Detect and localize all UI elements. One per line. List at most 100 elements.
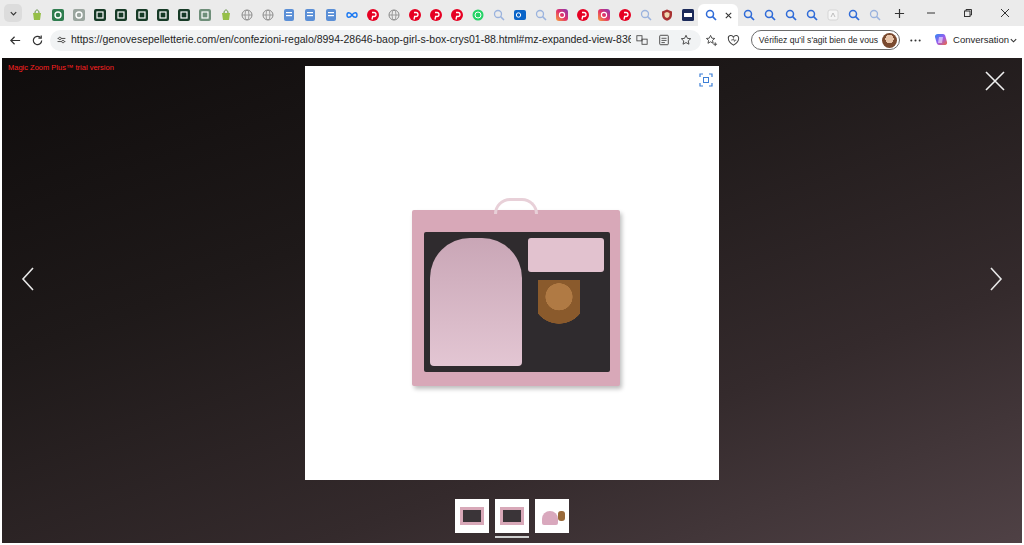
tab-list-button[interactable] (4, 4, 22, 22)
browser-tab[interactable] (843, 4, 864, 26)
browser-tab[interactable] (425, 4, 446, 26)
browser-tab[interactable] (635, 4, 656, 26)
browser-tab[interactable] (467, 4, 488, 26)
browser-tab[interactable] (572, 4, 593, 26)
restore-icon (963, 8, 973, 18)
browser-tab[interactable] (656, 4, 677, 26)
browser-tab[interactable] (822, 4, 843, 26)
instagram-icon (598, 9, 610, 21)
avatar-icon (882, 33, 897, 48)
browser-tab[interactable] (780, 4, 801, 26)
browser-tab[interactable] (341, 4, 362, 26)
product-photo[interactable] (305, 66, 719, 480)
settings-menu-button[interactable] (904, 29, 926, 51)
reload-button[interactable] (26, 29, 48, 51)
window-control[interactable] (950, 0, 987, 26)
search-icon (535, 9, 547, 21)
new-tab-button[interactable] (887, 2, 912, 24)
browser-tab[interactable] (488, 4, 509, 26)
browser-tab[interactable] (47, 4, 68, 26)
browser-tab[interactable] (89, 4, 110, 26)
wallet (528, 238, 604, 272)
thumbnail[interactable] (495, 499, 529, 538)
close-viewer-icon[interactable] (984, 70, 1006, 92)
browser-tab[interactable] (278, 4, 299, 26)
search-icon (764, 9, 776, 21)
pinterest-icon (409, 9, 421, 21)
back-button[interactable] (4, 29, 26, 51)
plus-icon (894, 8, 905, 19)
previous-arrow-icon[interactable] (19, 265, 37, 293)
window-control[interactable] (987, 0, 1024, 26)
browser-tab[interactable] (530, 4, 551, 26)
image-viewer: Magic Zoom Plus™ trial version (2, 58, 1022, 543)
browser-tab[interactable] (677, 4, 698, 26)
thumbnail-image (495, 499, 529, 533)
translate-icon (636, 34, 648, 46)
app-icon (115, 9, 127, 21)
browser-tab[interactable] (173, 4, 194, 26)
search-icon (493, 9, 505, 21)
browser-tab[interactable] (152, 4, 173, 26)
thumbnail-image (535, 499, 569, 533)
pinterest-icon (451, 9, 463, 21)
browser-tab[interactable] (801, 4, 822, 26)
browser-essentials-button[interactable] (723, 29, 745, 51)
favorites-button[interactable] (701, 29, 723, 51)
browser-tab[interactable] (738, 4, 759, 26)
shopify-icon (31, 9, 43, 21)
thumbnail[interactable] (455, 499, 489, 538)
browser-tab[interactable] (698, 4, 738, 26)
close-window-icon (1000, 8, 1010, 18)
pinterest-icon (577, 9, 589, 21)
shopify-icon (220, 9, 232, 21)
browser-tab[interactable] (446, 4, 467, 26)
handbag (430, 238, 522, 366)
browser-tab[interactable] (759, 4, 780, 26)
globe-icon (241, 9, 253, 21)
app-icon (682, 9, 694, 21)
spreadsheet-icon (52, 9, 64, 21)
favorite-star-button[interactable] (675, 29, 697, 51)
browser-tab[interactable] (215, 4, 236, 26)
translate-button[interactable] (631, 29, 653, 51)
toolbar: https://genovesepelletterie.com/en/confe… (0, 26, 1024, 54)
browser-tab[interactable] (110, 4, 131, 26)
browser-tab[interactable] (614, 4, 635, 26)
browser-tab[interactable] (383, 4, 404, 26)
browser-tab[interactable] (26, 4, 47, 26)
back-icon (9, 34, 22, 47)
browser-tab[interactable] (509, 4, 530, 26)
tab-close-icon[interactable] (724, 11, 733, 20)
site-info-icon[interactable] (56, 34, 67, 46)
browser-tab[interactable] (593, 4, 614, 26)
reader-button[interactable] (653, 29, 675, 51)
browser-tab[interactable] (299, 4, 320, 26)
copilot-button[interactable]: Conversation (932, 33, 1020, 47)
browser-tab[interactable] (320, 4, 341, 26)
thumbnail-window (463, 510, 481, 522)
browser-tab[interactable] (236, 4, 257, 26)
profile-button[interactable]: Vérifiez qu'il s'agit bien de vous (751, 30, 900, 50)
browser-tab[interactable] (131, 4, 152, 26)
search-icon (785, 9, 797, 21)
copilot-label[interactable]: Conversation (953, 33, 1009, 47)
thumbnail[interactable] (535, 499, 569, 538)
teddy-bear (538, 280, 580, 336)
browser-tab[interactable] (194, 4, 215, 26)
browser-tab[interactable] (864, 4, 885, 26)
window-control[interactable] (912, 0, 949, 26)
browser-tab[interactable] (404, 4, 425, 26)
profile-label[interactable]: Vérifiez qu'il s'agit bien de vous (759, 34, 878, 47)
fullscreen-icon[interactable] (699, 73, 713, 87)
address-bar[interactable]: https://genovesepelletterie.com/en/confe… (50, 30, 701, 51)
thumbnail-box (500, 507, 524, 525)
browser-tab[interactable] (257, 4, 278, 26)
search-icon (705, 9, 717, 21)
browser-tab[interactable] (551, 4, 572, 26)
browser-tab[interactable] (68, 4, 89, 26)
browser-tab[interactable] (362, 4, 383, 26)
gift-box (412, 210, 620, 386)
url-text[interactable]: https://genovesepelletterie.com/en/confe… (67, 32, 631, 48)
next-arrow-icon[interactable] (987, 265, 1005, 293)
